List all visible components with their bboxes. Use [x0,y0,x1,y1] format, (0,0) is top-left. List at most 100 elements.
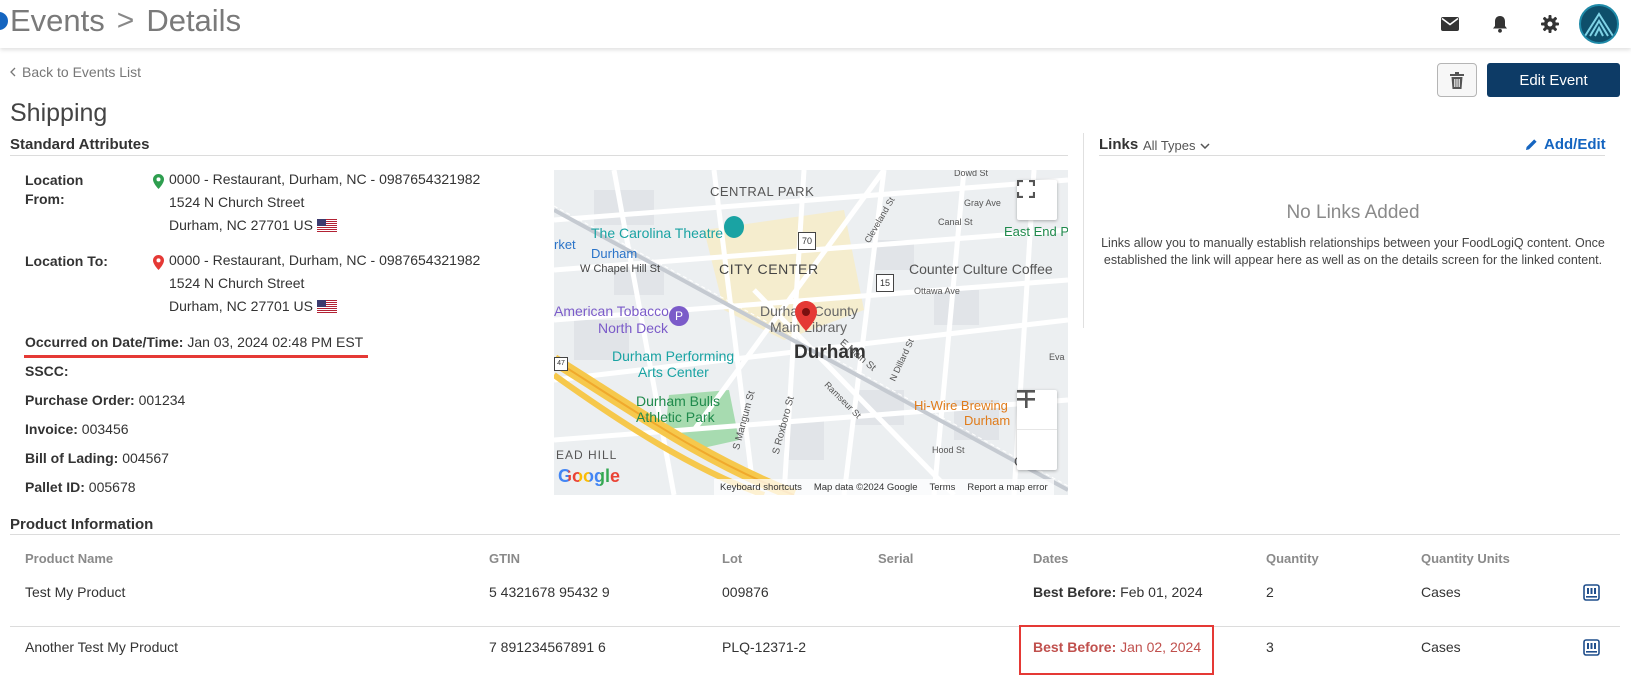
back-to-events-link[interactable]: Back to Events List [10,64,141,80]
map-terms-link[interactable]: Terms [930,482,956,493]
us-15-shield: 15 [876,274,894,292]
product-quantity-units: Cases [1421,584,1461,600]
bill-of-lading-value: 004567 [122,450,169,466]
map-report-error-link[interactable]: Report a map error [967,482,1047,493]
annotation-underline [24,355,368,358]
gear-icon[interactable] [1525,0,1575,48]
divider [10,155,1068,156]
location-to-city-line: Durham, NC 27701 US [169,295,480,318]
map-label-ead-hill: EAD HILL [556,448,618,462]
bill-of-lading-row: Bill of Lading: 004567 [25,450,169,466]
location-from-address: 0000 - Restaurant, Durham, NC - 09876543… [169,168,480,237]
product-detail-icon[interactable] [1583,584,1600,601]
invoice-row: Invoice: 003456 [25,421,129,437]
map-label-w-chapel-hill: W Chapel Hill St [580,263,661,275]
product-information-title: Product Information [10,516,154,533]
parking-poi-icon[interactable]: P [669,306,689,326]
theatre-poi-icon[interactable] [724,216,744,238]
breadcrumb-events[interactable]: Events [10,3,105,39]
location-from-street: 1524 N Church Street [169,194,305,210]
occurred-value: Jan 03, 2024 02:48 PM EST [187,334,364,350]
sscc-row: SSCC: [25,363,69,379]
col-header-serial[interactable]: Serial [878,551,913,566]
map-keyboard-shortcuts-link[interactable]: Keyboard shortcuts [720,482,802,493]
invoice-label: Invoice: [25,421,78,437]
no-links-description: Links allow you to manually establish re… [1101,236,1605,267]
map-label-gray-ave: Gray Ave [964,198,1001,208]
col-header-dates[interactable]: Dates [1033,551,1068,566]
location-from-name[interactable]: 0000 - Restaurant, Durham, NC - 09876543… [169,168,480,191]
pallet-id-label: Pallet ID: [25,479,85,495]
col-header-gtin[interactable]: GTIN [489,551,520,566]
map-fullscreen-button[interactable] [1017,180,1057,220]
location-pin-red-icon [153,255,164,270]
product-lot: PLQ-12371-2 [722,639,807,655]
breadcrumb: Events > Details [10,3,241,39]
map-zoom-out-button[interactable] [1017,390,1057,470]
best-before-value: Feb 01, 2024 [1120,584,1203,600]
location-to-address: 0000 - Restaurant, Durham, NC - 09876543… [169,249,480,318]
map-label-central-park: CENTRAL PARK [710,184,815,199]
page-title: Shipping [10,99,108,127]
add-edit-label: Add/Edit [1544,136,1606,153]
col-header-lot[interactable]: Lot [722,551,742,566]
map-label-eva: Eva [1049,352,1065,362]
links-title: Links [1099,136,1139,153]
pallet-id-row: Pallet ID: 005678 [25,479,136,495]
col-header-product-name[interactable]: Product Name [25,551,113,566]
breadcrumb-details: Details [146,3,242,38]
map-label-north-deck: North Deck [598,320,669,336]
bill-of-lading-label: Bill of Lading: [25,450,119,466]
map-label-rket: rket [554,237,576,252]
map-label-hood-st: Hood St [932,445,965,455]
col-header-quantity[interactable]: Quantity [1266,551,1319,566]
map-label-ottawa: Ottawa Ave [914,286,960,296]
purchase-order-label: Purchase Order: [25,392,135,408]
product-quantity-units: Cases [1421,639,1461,655]
product-dates: Best Before: Feb 01, 2024 [1033,584,1203,600]
location-map[interactable]: CENTRAL PARK The Carolina Theatre Durham… [554,170,1068,495]
product-name[interactable]: Another Test My Product [25,639,178,655]
google-logo: Google [558,466,620,486]
location-to-street: 1524 N Church Street [169,275,305,291]
map-label-east-end: East End P [1004,224,1068,239]
us-flag-icon [316,219,337,232]
map-label-counter-culture: Counter Culture Coffee [909,261,1053,277]
avatar[interactable] [1579,4,1619,44]
links-header-divider [1099,155,1605,156]
app-logo-dot[interactable] [0,12,8,30]
product-detail-icon[interactable] [1583,639,1600,656]
event-location-marker[interactable] [795,301,817,331]
map-label-hi-wire: Hi-Wire Brewing [914,398,1008,413]
trash-icon [1450,71,1464,89]
product-quantity: 2 [1266,584,1274,600]
map-label-athletic-park: Athletic Park [636,409,715,425]
links-type-filter[interactable]: All Types [1143,138,1210,153]
edit-event-button[interactable]: Edit Event [1487,63,1620,97]
location-to-name[interactable]: 0000 - Restaurant, Durham, NC - 09876543… [169,249,480,272]
col-header-quantity-units[interactable]: Quantity Units [1421,551,1510,566]
map-label-canal-st: Canal St [938,217,973,227]
location-from-label: Location From: [25,172,84,207]
links-add-edit-button[interactable]: Add/Edit [1525,136,1606,153]
fullscreen-icon [1017,180,1035,198]
location-to-city: Durham, NC 27701 US [169,298,313,314]
pencil-icon [1526,139,1537,150]
minus-icon [1017,390,1035,393]
product-name[interactable]: Test My Product [25,584,125,600]
no-links-title: No Links Added [1286,202,1420,223]
map-zoom-controls [1017,390,1057,470]
standard-attributes-title: Standard Attributes [10,136,150,153]
top-bar: Events > Details [0,0,1631,48]
map-zoom-in-button[interactable] [1017,390,1057,430]
map-label-durham-station: Durham [591,246,638,261]
occurred-datetime-row: Occurred on Date/Time: Jan 03, 2024 02:4… [25,334,363,350]
delete-event-button[interactable] [1437,63,1477,97]
links-divider [1083,133,1084,328]
map-footer: Keyboard shortcuts Map data ©2024 Google… [714,479,1054,495]
bell-icon[interactable] [1475,0,1525,48]
mail-icon[interactable] [1425,0,1475,48]
nc-147-shield: 47 [554,357,568,371]
product-quantity: 3 [1266,639,1274,655]
header-icons [1425,0,1631,48]
